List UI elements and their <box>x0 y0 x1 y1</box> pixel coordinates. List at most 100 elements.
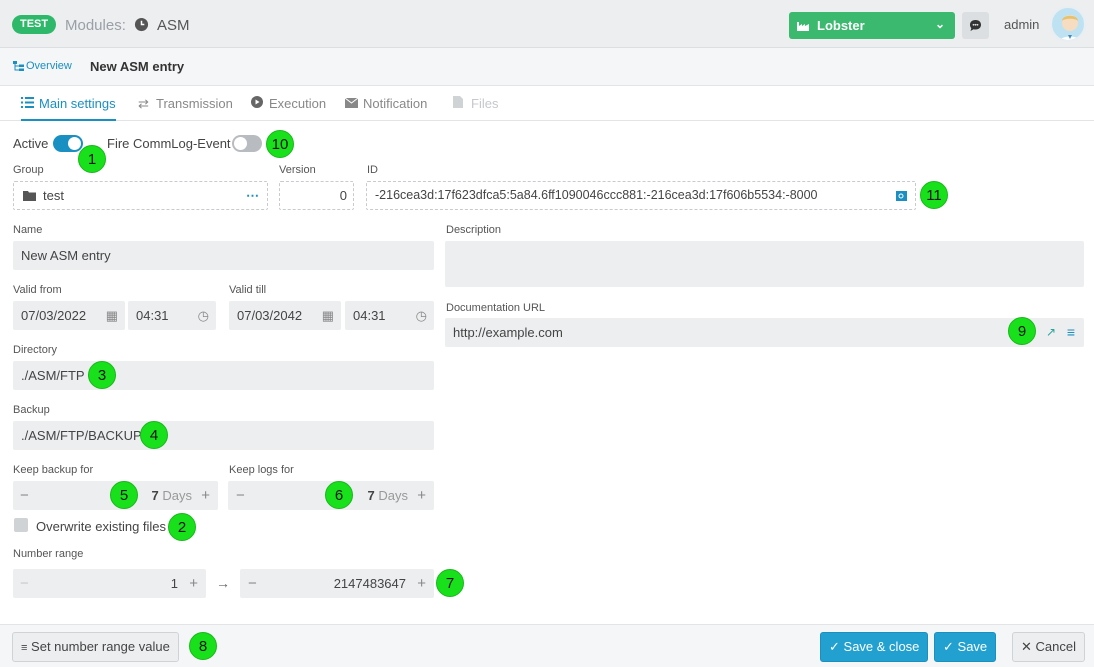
marker-6: 6 <box>325 481 353 509</box>
description-input[interactable] <box>445 241 1084 287</box>
more-icon[interactable]: ⋯ <box>246 182 259 209</box>
set-number-range-button[interactable]: ≡ Set number range value <box>12 632 179 662</box>
chat-button[interactable] <box>962 12 989 39</box>
overwrite-label[interactable]: Overwrite existing files <box>36 519 166 534</box>
doc-url-value: http://example.com <box>453 325 563 340</box>
tenant-label: Lobster <box>817 18 865 33</box>
valid-from-time-input[interactable]: 04:31 ◷ <box>128 301 216 330</box>
minus-icon[interactable]: − <box>236 481 245 510</box>
plus-icon[interactable]: + <box>417 481 426 510</box>
search-folder-icon[interactable] <box>896 191 907 201</box>
clock-icon[interactable]: ◷ <box>416 301 427 330</box>
tab-label: Execution <box>269 96 327 111</box>
valid-till-date: 07/03/2042 <box>237 308 303 323</box>
cancel-button[interactable]: ✕ Cancel <box>1012 632 1085 662</box>
tab-label: Transmission <box>156 96 233 111</box>
id-field[interactable]: -216cea3d:17f623dfca5:5a84.6ff1090046ccc… <box>366 181 916 210</box>
tenant-selector[interactable]: Lobster ⌄ <box>789 12 955 39</box>
active-label: Active <box>13 136 49 151</box>
fire-commlog-toggle[interactable] <box>232 135 262 152</box>
keep-backup-label: Keep backup for <box>13 464 94 476</box>
minus-icon[interactable]: − <box>248 569 257 598</box>
save-close-label: Save & close <box>843 639 920 654</box>
module-name[interactable]: ASM <box>157 17 190 34</box>
environment-badge: TEST <box>12 15 57 34</box>
range-to-stepper[interactable]: − 2147483647 + <box>240 569 434 598</box>
valid-till-time-input[interactable]: 04:31 ◷ <box>345 301 434 330</box>
keep-logs-value: 7 <box>367 488 375 503</box>
id-label: ID <box>367 164 378 176</box>
valid-till-date-input[interactable]: 07/03/2042 ▦ <box>229 301 341 330</box>
arrow-right-icon: → <box>216 575 230 591</box>
group-field[interactable]: test ⋯ <box>13 181 268 210</box>
number-range-label: Number range <box>13 548 84 560</box>
breadcrumb-overview-link[interactable]: Overview <box>13 60 72 72</box>
marker-5: 5 <box>110 481 138 509</box>
valid-from-date: 07/03/2022 <box>21 308 87 323</box>
tab-bar: Main settings ⇄ Transmission Execution No… <box>0 86 1094 121</box>
minus-icon[interactable]: − <box>20 481 29 510</box>
plus-icon[interactable]: + <box>189 569 198 598</box>
name-input[interactable]: New ASM entry <box>13 241 434 270</box>
tab-transmission[interactable]: ⇄ Transmission <box>138 96 233 121</box>
set-number-range-label: Set number range value <box>31 639 170 654</box>
app-header: TEST Modules: ASM Lobster ⌄ admin <box>0 0 1094 48</box>
tab-label: Main settings <box>39 96 116 111</box>
chevron-down-icon: ⌄ <box>935 17 946 31</box>
doc-url-input[interactable]: http://example.com ↗ ≡ <box>445 318 1084 347</box>
version-field[interactable]: 0 <box>279 181 354 210</box>
version-label: Version <box>279 164 316 176</box>
tab-main-settings[interactable]: Main settings <box>21 96 116 121</box>
save-close-button[interactable]: ✓ Save & close <box>820 632 929 662</box>
range-from-stepper[interactable]: − 1 + <box>13 569 206 598</box>
calendar-icon[interactable]: ▦ <box>106 301 118 330</box>
envelope-icon <box>344 96 359 111</box>
valid-till-label: Valid till <box>229 284 267 296</box>
tab-label: Files <box>471 96 499 111</box>
backup-value: ./ASM/FTP/BACKUP <box>21 428 142 443</box>
directory-label: Directory <box>13 344 58 356</box>
clock-icon[interactable]: ◷ <box>198 301 209 330</box>
plus-icon[interactable]: + <box>201 481 210 510</box>
overwrite-checkbox[interactable] <box>14 518 28 532</box>
calendar-icon[interactable]: ▦ <box>322 301 334 330</box>
days-unit: Days <box>378 488 408 503</box>
tree-icon <box>13 61 24 71</box>
doc-url-label: Documentation URL <box>446 302 546 314</box>
tab-execution[interactable]: Execution <box>251 96 326 121</box>
directory-input[interactable]: ./ASM/FTP <box>13 361 434 390</box>
play-icon <box>251 96 264 111</box>
modules-label: Modules: <box>65 17 126 34</box>
user-name[interactable]: admin <box>1004 17 1039 32</box>
backup-label: Backup <box>13 404 50 416</box>
id-value: -216cea3d:17f623dfca5:5a84.6ff1090046ccc… <box>375 188 818 202</box>
factory-icon <box>797 22 809 31</box>
arrows-icon: ⇄ <box>138 96 149 111</box>
marker-10: 10 <box>266 130 294 158</box>
footer-bar: ≡ Set number range value 8 ✓ Save & clos… <box>0 624 1094 667</box>
marker-11: 11 <box>920 181 948 209</box>
menu-icon[interactable]: ≡ <box>1067 318 1075 347</box>
ordered-list-icon: ≡ <box>21 642 28 654</box>
plus-icon[interactable]: + <box>417 569 426 598</box>
directory-value: ./ASM/FTP <box>21 368 85 383</box>
range-to-value: 2147483647 <box>333 576 406 591</box>
page-title: New ASM entry <box>90 59 185 74</box>
valid-from-time: 04:31 <box>136 308 169 323</box>
tab-label: Notification <box>363 96 428 111</box>
external-link-icon[interactable]: ↗ <box>1046 318 1056 347</box>
keep-backup-value: 7 <box>151 488 159 503</box>
user-avatar[interactable] <box>1050 6 1086 42</box>
minus-icon[interactable]: − <box>20 569 29 598</box>
tab-notification[interactable]: Notification <box>344 96 428 121</box>
active-toggle[interactable] <box>53 135 83 152</box>
backup-input[interactable]: ./ASM/FTP/BACKUP <box>13 421 434 450</box>
range-from-value: 1 <box>170 576 178 591</box>
chat-icon <box>970 20 981 31</box>
save-label: Save <box>957 639 988 654</box>
breadcrumb: Overview New ASM entry <box>0 48 1094 86</box>
save-button[interactable]: ✓ Save <box>934 632 997 662</box>
valid-from-label: Valid from <box>13 284 62 296</box>
valid-from-date-input[interactable]: 07/03/2022 ▦ <box>13 301 125 330</box>
days-unit: Days <box>162 488 192 503</box>
